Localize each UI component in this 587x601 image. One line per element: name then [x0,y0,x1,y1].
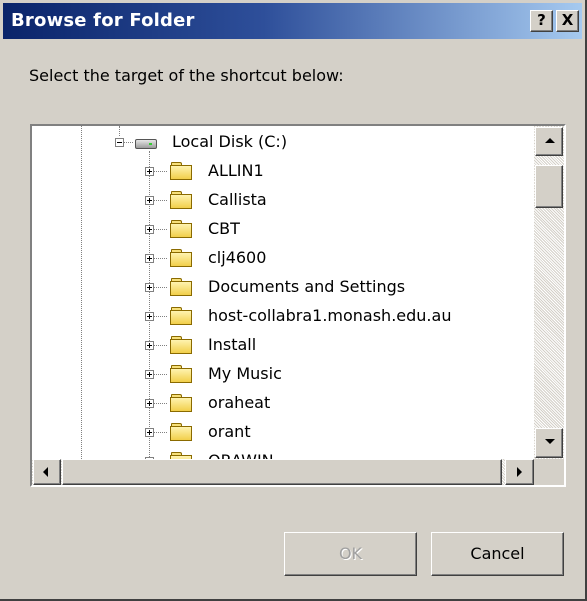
window-title: Browse for Folder [11,10,195,31]
tree-node-label: CBT [208,219,240,238]
instruction-text: Select the target of the shortcut below: [29,66,344,85]
title-bar[interactable]: Browse for Folder ? X [3,3,582,39]
folder-icon [170,423,192,441]
folder-icon [170,220,192,238]
vertical-scrollbar[interactable] [534,126,564,459]
folder-icon [170,307,192,325]
scroll-up-button[interactable] [535,127,563,156]
tree-node-label: host-collabra1.monash.edu.au [208,306,452,325]
folder-icon [170,249,192,267]
tree-guide-line [81,126,82,459]
expand-icon[interactable] [145,370,154,379]
expand-icon[interactable] [145,399,154,408]
drive-icon [135,137,157,149]
tree-content: Local Disk (C:) ALLIN1 Callista CBT clj4… [32,126,534,459]
expand-icon[interactable] [145,167,154,176]
tree-node-label: ORAWIN [208,451,274,459]
tree-node-label: oraheat [208,393,271,412]
folder-icon [170,336,192,354]
folder-icon [170,162,192,180]
scroll-right-button[interactable] [505,459,534,485]
folder-icon [170,365,192,383]
arrow-left-icon [43,467,48,477]
expand-icon[interactable] [145,312,154,321]
folder-icon [170,278,192,296]
expand-icon[interactable] [145,254,154,263]
expand-icon[interactable] [145,341,154,350]
scrollbar-corner [534,459,564,485]
folder-icon [170,452,192,459]
close-button[interactable]: X [556,10,579,32]
folder-tree-view[interactable]: Local Disk (C:) ALLIN1 Callista CBT clj4… [30,124,566,487]
cancel-button[interactable]: Cancel [431,532,564,576]
arrow-right-icon [517,467,522,477]
scroll-thumb[interactable] [535,165,563,208]
arrow-down-icon [545,439,555,444]
browse-for-folder-dialog: Browse for Folder ? X Select the target … [0,0,587,601]
tree-node-label: clj4600 [208,248,267,267]
scroll-down-button[interactable] [535,428,563,458]
expand-icon[interactable] [145,196,154,205]
expand-icon[interactable] [145,225,154,234]
tree-node-label: Documents and Settings [208,277,406,296]
folder-icon [170,394,192,412]
collapse-icon[interactable] [115,138,124,147]
tree-node-label: My Music [208,364,282,383]
tree-node-label: Local Disk (C:) [172,132,288,151]
expand-icon[interactable] [145,428,154,437]
arrow-up-icon [545,138,555,143]
scroll-left-button[interactable] [33,459,61,485]
tree-guide-line [119,126,120,136]
tree-node-label: Install [208,335,257,354]
horizontal-scroll-thumb[interactable] [62,459,502,485]
tree-node-label: Callista [208,190,267,209]
folder-icon [170,191,192,209]
tree-node-label: orant [208,422,251,441]
tree-node-label: ALLIN1 [208,161,264,180]
ok-button[interactable]: OK [284,532,417,576]
expand-icon[interactable] [145,283,154,292]
horizontal-scrollbar[interactable] [32,459,534,485]
help-button[interactable]: ? [530,10,553,32]
